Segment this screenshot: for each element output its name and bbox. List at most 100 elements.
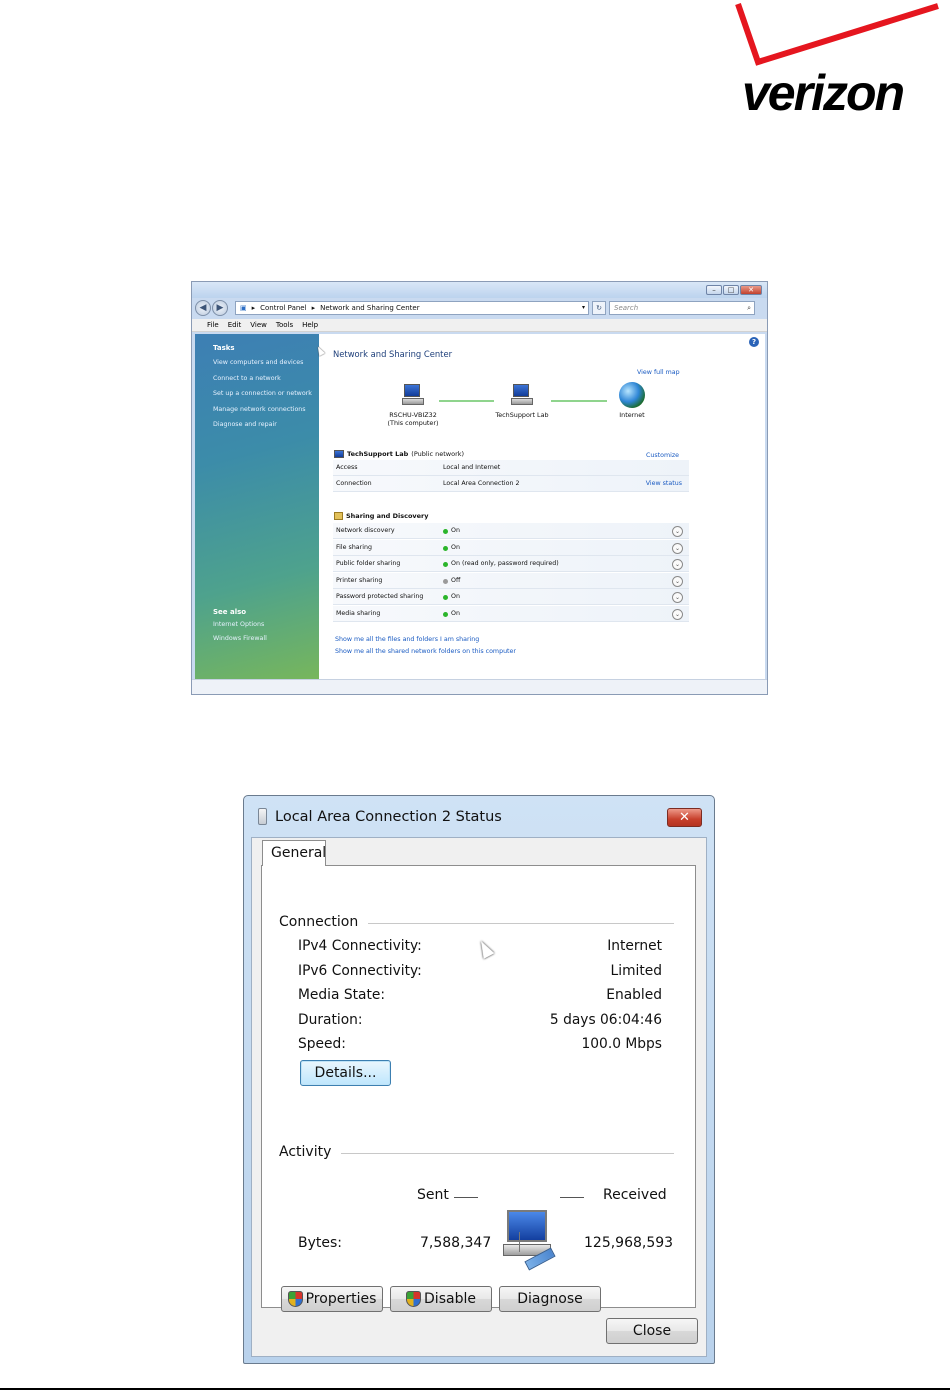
expand-chevron-icon[interactable]: ⌄ [672,559,683,570]
task-diagnose-repair[interactable]: Diagnose and repair [213,421,319,428]
verizon-checkmark-icon [735,3,939,66]
status-on-icon [443,528,448,534]
expand-chevron-icon[interactable]: ⌄ [672,609,683,620]
address-bar[interactable]: ▣ ▸ Control Panel ▸ Network and Sharing … [235,301,589,315]
maximize-button[interactable]: □ [723,285,739,295]
minimize-button[interactable]: – [706,285,722,295]
received-dash [560,1197,584,1198]
sharing-row-printer: Printer sharing Off ⌄ [333,573,689,589]
dialog-title: Local Area Connection 2 Status [258,808,502,825]
sharing-icon [334,512,343,520]
ipv6-connectivity-row: IPv6 Connectivity: Limited [298,963,662,979]
task-view-computers[interactable]: View computers and devices [213,359,319,366]
expand-chevron-icon[interactable]: ⌄ [672,543,683,554]
map-node-computer[interactable]: RSCHU-VBIZ32 (This computer) [368,384,458,427]
status-on-icon [443,561,448,567]
close-button[interactable]: ✕ [740,285,762,295]
divider [332,1153,674,1154]
see-also-windows-firewall[interactable]: Windows Firewall [213,635,267,642]
bytes-divider [519,1232,520,1252]
status-on-icon [443,611,448,617]
sharing-row-public-folder: Public folder sharing On (read only, pas… [333,556,689,572]
refresh-icon[interactable]: ↻ [592,301,606,315]
status-on-icon [443,545,448,551]
computer-sub: (This computer) [387,419,439,427]
address-dropdown-icon[interactable]: ▾ [582,302,585,314]
menu-bar: File Edit View Tools Help [192,319,767,332]
network-plug-icon [258,808,267,825]
bytes-received-value: 125,968,593 [584,1235,674,1251]
task-setup-connection[interactable]: Set up a connection or network [213,390,319,397]
sharing-row-network-discovery: Network discovery On ⌄ [333,523,689,539]
uac-shield-icon [287,1291,303,1307]
bytes-label: Bytes: [298,1235,343,1251]
connection-heading: Connection [279,914,369,930]
expand-chevron-icon[interactable]: ⌄ [672,526,683,537]
uac-shield-icon [406,1291,422,1307]
internet-label: Internet [619,411,645,419]
status-on-icon [443,594,448,600]
general-tab-panel: Connection IPv4 Connectivity: Internet IP… [261,865,696,1312]
divider [359,923,674,924]
customize-link[interactable]: Customize [646,452,679,459]
network-row-access: Access Local and Internet [333,460,689,476]
network-row-connection: Connection Local Area Connection 2 View … [333,476,689,492]
logo-wordmark: verizon [742,65,905,121]
menu-file[interactable]: File [207,319,219,331]
back-button[interactable]: ◀ [195,300,211,316]
tasks-sidebar: Tasks View computers and devices Connect… [195,334,319,679]
search-input[interactable]: Search ⌕ [609,301,755,315]
link-show-shared-folders[interactable]: Show me all the shared network folders o… [335,648,516,655]
speed-row: Speed: 100.0 Mbps [298,1036,662,1052]
verizon-logo: verizon [732,0,942,122]
sharing-row-file-sharing: File sharing On ⌄ [333,540,689,556]
status-off-icon [443,578,448,584]
details-button[interactable]: Details... [300,1060,391,1086]
task-connect-network[interactable]: Connect to a network [213,375,319,382]
network-name: TechSupport Lab [495,411,549,419]
breadcrumb-control-panel[interactable]: Control Panel [260,302,306,314]
bytes-sent-value: 7,588,347 [420,1235,492,1251]
sent-label: Sent [417,1187,449,1203]
received-label: Received [603,1187,667,1203]
duration-row: Duration: 5 days 06:04:46 [298,1012,662,1028]
sharing-section-header: Sharing and Discovery [334,512,429,520]
see-also-internet-options[interactable]: Internet Options [213,621,267,628]
menu-tools[interactable]: Tools [276,319,293,331]
status-bar [192,679,767,694]
page-footer-rule [0,1388,950,1390]
network-section-name: TechSupport Lab [347,450,409,458]
expand-chevron-icon[interactable]: ⌄ [672,576,683,587]
view-full-map-link[interactable]: View full map [637,369,680,376]
menu-help[interactable]: Help [302,319,318,331]
control-panel-icon: ▣ [240,304,247,312]
breadcrumb-network-center[interactable]: Network and Sharing Center [320,302,420,314]
search-icon[interactable]: ⌕ [747,302,751,314]
diagnose-button[interactable]: Diagnose [499,1286,601,1312]
dialog-body: General Connection IPv4 Connectivity: Int… [251,837,707,1357]
link-show-shared-files[interactable]: Show me all the files and folders I am s… [335,636,479,643]
computer-name: RSCHU-VBIZ32 [389,411,437,419]
view-status-link[interactable]: View status [646,476,682,492]
see-also-heading: See also [213,608,247,616]
menu-view[interactable]: View [250,319,267,331]
address-bar-row: ◀ ▶ ▣ ▸ Control Panel ▸ Network and Shar… [195,299,764,317]
page-title: Network and Sharing Center [333,349,453,359]
sharing-row-media: Media sharing On ⌄ [333,606,689,622]
expand-chevron-icon[interactable]: ⌄ [672,592,683,603]
window-titlebar: – □ ✕ [192,282,767,298]
close-dialog-button[interactable]: Close [606,1318,698,1344]
sent-dash [454,1197,478,1198]
globe-icon [619,382,645,408]
menu-edit[interactable]: Edit [228,319,242,331]
disable-button[interactable]: Disable [390,1286,492,1312]
help-icon[interactable]: ? [749,337,759,347]
computer-icon [400,384,426,408]
dialog-close-icon[interactable]: ✕ [667,808,702,827]
map-node-internet[interactable]: Internet [587,382,677,419]
tab-general[interactable]: General [262,840,326,866]
media-state-row: Media State: Enabled [298,987,662,1003]
forward-button[interactable]: ▶ [212,300,228,316]
properties-button[interactable]: Properties [281,1286,383,1312]
task-manage-connections[interactable]: Manage network connections [213,406,319,413]
